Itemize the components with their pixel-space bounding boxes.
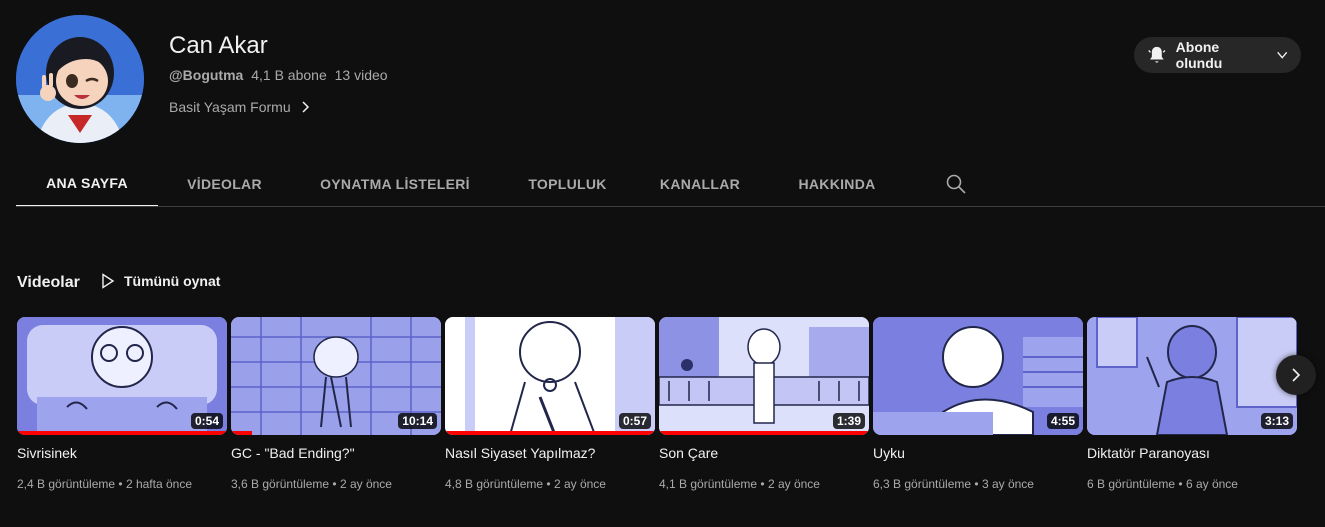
video-views: 6,3 B görüntüleme: [873, 477, 972, 491]
tab-home[interactable]: ANA SAYFA: [16, 160, 158, 207]
tab-channels[interactable]: KANALLAR: [636, 160, 764, 207]
video-duration: 0:57: [618, 413, 651, 429]
video-meta: 4,1 B görüntüleme • 2 ay önce: [659, 477, 820, 491]
video-age: 3 ay önce: [981, 477, 1034, 491]
channel-handle: @Bogutma: [169, 67, 244, 83]
play-all-label: Tümünü oynat: [124, 273, 221, 289]
channel-description-text: Basit Yaşam Formu: [169, 99, 291, 115]
chevron-right-icon: [302, 101, 309, 113]
video-title[interactable]: Nasıl Siyaset Yapılmaz?: [445, 445, 655, 461]
video-title[interactable]: GC - "Bad Ending?": [231, 445, 441, 461]
watch-progress: [445, 431, 655, 435]
video-views: 6 B görüntüleme: [1087, 477, 1176, 491]
video-title[interactable]: Son Çare: [659, 445, 869, 461]
video-thumbnail[interactable]: 4:55: [873, 317, 1083, 435]
avatar-image: [16, 15, 144, 143]
video-thumbnail[interactable]: 1:39: [659, 317, 869, 435]
subscriber-count: 4,1 B abone: [251, 67, 327, 83]
video-title[interactable]: Sivrisinek: [17, 445, 227, 461]
video-count: 13 video: [334, 67, 388, 83]
video-duration: 10:14: [398, 413, 437, 429]
video-duration: 0:54: [190, 413, 223, 429]
video-card[interactable]: 10:14 GC - "Bad Ending?" 3,6 B görüntüle…: [231, 317, 441, 491]
video-thumbnail[interactable]: 0:57: [445, 317, 655, 435]
video-duration: 3:13: [1260, 413, 1293, 429]
video-meta: 3,6 B görüntüleme • 2 ay önce: [231, 477, 392, 491]
video-card[interactable]: 0:54 Sivrisinek 2,4 B görüntüleme • 2 ha…: [17, 317, 227, 491]
tab-about[interactable]: HAKKINDA: [764, 160, 910, 207]
tab-videos[interactable]: VİDEOLAR: [158, 160, 291, 207]
bell-icon: [1148, 46, 1166, 63]
video-card[interactable]: 0:57 Nasıl Siyaset Yapılmaz? 4,8 B görün…: [445, 317, 655, 491]
channel-avatar[interactable]: [16, 15, 144, 143]
channel-description[interactable]: Basit Yaşam Formu: [169, 99, 313, 115]
tabs-divider: [16, 206, 1325, 207]
video-age: 2 ay önce: [553, 477, 606, 491]
watch-progress: [231, 431, 252, 435]
video-views: 3,6 B görüntüleme: [231, 477, 330, 491]
video-meta: 4,8 B görüntüleme • 2 ay önce: [445, 477, 606, 491]
play-icon: [102, 273, 115, 289]
channel-search-button[interactable]: [945, 173, 967, 200]
video-age: 6 ay önce: [1185, 477, 1238, 491]
video-card[interactable]: 4:55 Uyku 6,3 B görüntüleme • 3 ay önce: [873, 317, 1083, 491]
video-age: 2 hafta önce: [125, 477, 192, 491]
video-views: 2,4 B görüntüleme: [17, 477, 116, 491]
channel-tabs: ANA SAYFA VİDEOLAR OYNATMA LİSTELERİ TOP…: [16, 160, 910, 207]
video-age: 2 ay önce: [339, 477, 392, 491]
video-title[interactable]: Uyku: [873, 445, 1083, 461]
tab-playlists[interactable]: OYNATMA LİSTELERİ: [291, 160, 499, 207]
video-title[interactable]: Diktatör Paranoyası: [1087, 445, 1297, 461]
video-meta: 6 B görüntüleme • 6 ay önce: [1087, 477, 1238, 491]
video-duration: 4:55: [1046, 413, 1079, 429]
shelf-next-button[interactable]: [1276, 355, 1316, 395]
video-card[interactable]: 1:39 Son Çare 4,1 B görüntüleme • 2 ay ö…: [659, 317, 869, 491]
section-title[interactable]: Videolar: [17, 274, 80, 292]
play-all-button[interactable]: Tümünü oynat: [100, 273, 220, 289]
video-meta: 6,3 B görüntüleme • 3 ay önce: [873, 477, 1034, 491]
chevron-down-icon: [1276, 51, 1287, 59]
video-thumbnail[interactable]: 3:13: [1087, 317, 1297, 435]
video-views: 4,8 B görüntüleme: [445, 477, 544, 491]
video-age: 2 ay önce: [767, 477, 820, 491]
watch-progress: [659, 431, 869, 435]
video-views: 4,1 B görüntüleme: [659, 477, 758, 491]
watch-progress: [17, 431, 227, 435]
channel-name: Can Akar: [169, 32, 268, 59]
chevron-right-icon: [1292, 368, 1301, 382]
video-thumbnail[interactable]: 10:14: [231, 317, 441, 435]
search-icon: [946, 174, 966, 194]
video-thumbnail[interactable]: 0:54: [17, 317, 227, 435]
video-duration: 1:39: [832, 413, 865, 429]
subscribed-label: Abone olundu: [1175, 39, 1223, 71]
channel-meta: @Bogutma 4,1 B abone 13 video: [169, 67, 392, 83]
subscribed-button[interactable]: Abone olundu: [1134, 37, 1301, 73]
video-meta: 2,4 B görüntüleme • 2 hafta önce: [17, 477, 192, 491]
tab-community[interactable]: TOPLULUK: [499, 160, 636, 207]
video-card[interactable]: 3:13 Diktatör Paranoyası 6 B görüntüleme…: [1087, 317, 1297, 491]
